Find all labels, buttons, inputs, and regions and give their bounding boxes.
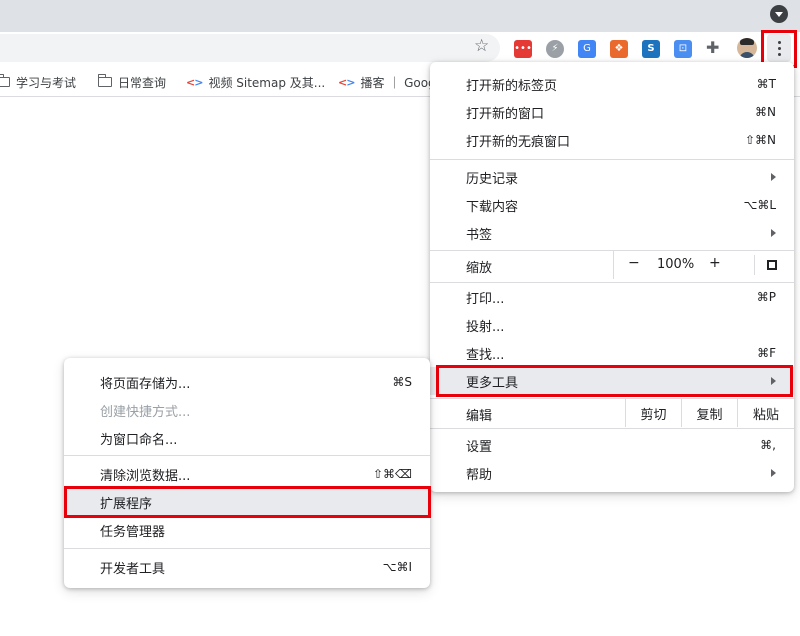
bookmark-label: 学习与考试 <box>16 75 77 90</box>
menu-item-shortcut: ⌘P <box>756 290 776 304</box>
menu-item-label: 下载内容 <box>466 199 519 215</box>
menu-item-save-page[interactable]: 将页面存储为... ⌘S <box>64 368 430 396</box>
menu-item-shortcut: ⌘T <box>756 77 776 91</box>
bookmark-folder-daily[interactable]: 日常查询 <box>97 73 167 91</box>
paste-button[interactable]: 粘贴 <box>737 399 794 427</box>
menu-separator <box>64 548 430 549</box>
menu-item-shortcut: ⌘S <box>392 375 412 389</box>
menu-item-label: 设置 <box>466 439 493 455</box>
menu-item-label: 任务管理器 <box>100 524 166 540</box>
menu-item-incognito[interactable]: 打开新的无痕窗口 ⇧⌘N <box>430 126 794 154</box>
menu-item-history[interactable]: 历史记录 <box>430 163 794 191</box>
zoom-level: 100% <box>657 257 695 272</box>
menu-item-shortcut: ⇧⌘⌫ <box>372 467 412 481</box>
menu-item-name-window[interactable]: 为窗口命名... <box>64 424 430 452</box>
menu-item-bookmarks[interactable]: 书签 <box>430 219 794 247</box>
menu-item-label: 将页面存储为... <box>100 376 191 392</box>
menu-item-label: 查找... <box>466 347 505 363</box>
fullscreen-icon <box>767 260 777 270</box>
ext-badge-icon[interactable]: ❖ <box>610 40 628 58</box>
menu-item-label: 为窗口命名... <box>100 432 178 448</box>
menu-separator <box>430 159 794 160</box>
tab-search-icon[interactable] <box>770 5 788 23</box>
menu-separator <box>64 455 430 456</box>
bookmark-star-icon[interactable]: ☆ <box>474 38 489 55</box>
menu-item-shortcut: ⌘F <box>757 346 776 360</box>
zoom-out-button[interactable]: − <box>628 255 640 271</box>
submenu-arrow-icon <box>771 173 776 181</box>
menu-item-shortcut: ⌘N <box>755 105 776 119</box>
menu-item-label: 开发者工具 <box>100 561 166 577</box>
bookmark-video-sitemap[interactable]: <> 视频 Sitemap 及其... <box>186 73 325 91</box>
menu-separator <box>430 428 794 429</box>
menu-item-dev-tools[interactable]: 开发者工具 ⌥⌘I <box>64 553 430 581</box>
tab-strip <box>0 0 800 32</box>
edit-label: 编辑 <box>466 409 493 424</box>
submenu-arrow-icon <box>771 229 776 237</box>
google-dev-icon: <> <box>338 75 355 89</box>
menu-item-label: 打开新的标签页 <box>466 78 558 94</box>
more-tools-submenu: 将页面存储为... ⌘S 创建快捷方式... 为窗口命名... 清除浏览数据..… <box>64 358 430 588</box>
menu-item-label: 帮助 <box>466 467 493 483</box>
menu-item-label: 打印... <box>466 291 505 307</box>
menu-item-label: 清除浏览数据... <box>100 468 191 484</box>
ext-red-dots-icon[interactable]: ••• <box>514 40 532 58</box>
menu-item-help[interactable]: 帮助 <box>430 459 794 487</box>
menu-item-cast[interactable]: 投射... <box>430 311 794 339</box>
bookmark-label: 播客 ｜ Goog <box>360 75 436 90</box>
ext-translate-icon[interactable]: G <box>578 40 596 58</box>
zoom-label: 缩放 <box>466 261 493 276</box>
bookmark-label: 视频 Sitemap 及其... <box>208 75 326 90</box>
menu-item-find[interactable]: 查找... ⌘F <box>430 339 794 367</box>
menu-item-print[interactable]: 打印... ⌘P <box>430 283 794 311</box>
menu-item-shortcut: ⌥⌘L <box>743 198 776 212</box>
menu-item-label: 投射... <box>466 319 505 335</box>
address-bar[interactable] <box>0 34 500 62</box>
extensions-puzzle-icon[interactable]: ✚ <box>706 38 719 57</box>
menu-item-label: 历史记录 <box>466 171 519 187</box>
folder-icon <box>97 74 112 87</box>
bookmark-podcast[interactable]: <> 播客 ｜ Goog <box>338 73 436 91</box>
menu-item-settings[interactable]: 设置 ⌘, <box>430 431 794 459</box>
bookmark-label: 日常查询 <box>118 75 167 90</box>
menu-item-shortcut: ⌘, <box>760 438 776 452</box>
ext-s-icon[interactable]: S <box>642 40 660 58</box>
menu-item-shortcut: ⌥⌘I <box>382 560 412 574</box>
fullscreen-button[interactable] <box>754 255 777 275</box>
menu-item-label: 打开新的无痕窗口 <box>466 134 571 150</box>
chrome-main-menu: 打开新的标签页 ⌘T 打开新的窗口 ⌘N 打开新的无痕窗口 ⇧⌘N 历史记录 下… <box>430 62 794 492</box>
zoom-controls: − 100% + <box>613 251 794 279</box>
menu-item-label: 创建快捷方式... <box>100 404 191 420</box>
google-dev-icon: <> <box>186 75 203 89</box>
menu-item-label: 书签 <box>466 227 493 243</box>
menu-edit-row: 编辑 剪切 复制 粘贴 <box>430 399 794 427</box>
menu-item-create-shortcut: 创建快捷方式... <box>64 396 430 424</box>
ext-lightning-icon[interactable]: ⚡ <box>546 40 564 58</box>
menu-item-new-tab[interactable]: 打开新的标签页 ⌘T <box>430 70 794 98</box>
menu-item-shortcut: ⇧⌘N <box>744 133 776 147</box>
menu-item-clear-data[interactable]: 清除浏览数据... ⇧⌘⌫ <box>64 460 430 488</box>
menu-zoom-row: 缩放 − 100% + <box>430 251 794 279</box>
cut-button[interactable]: 剪切 <box>625 399 681 427</box>
submenu-arrow-icon <box>771 469 776 477</box>
zoom-in-button[interactable]: + <box>709 255 721 271</box>
profile-avatar[interactable] <box>737 38 757 58</box>
menu-item-downloads[interactable]: 下载内容 ⌥⌘L <box>430 191 794 219</box>
menu-item-task-manager[interactable]: 任务管理器 <box>64 516 430 544</box>
highlight-box-extensions <box>64 486 431 518</box>
menu-item-new-window[interactable]: 打开新的窗口 ⌘N <box>430 98 794 126</box>
copy-button[interactable]: 复制 <box>681 399 737 427</box>
folder-icon <box>0 74 10 87</box>
highlight-box-more-tools <box>436 365 793 397</box>
menu-item-label: 打开新的窗口 <box>466 106 545 122</box>
bookmark-folder-study[interactable]: 学习与考试 <box>0 73 76 91</box>
ext-card-icon[interactable]: ⊡ <box>674 40 692 58</box>
